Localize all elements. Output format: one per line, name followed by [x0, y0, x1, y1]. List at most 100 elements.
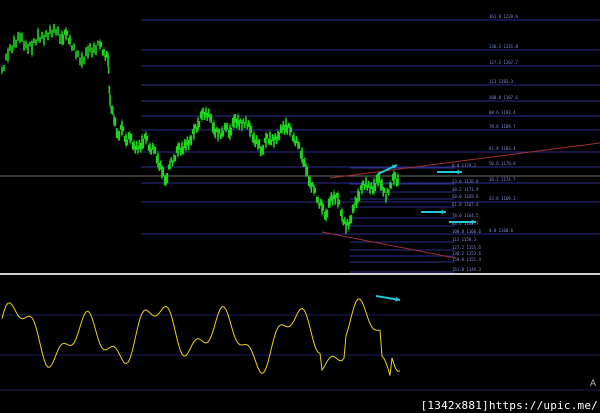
candle [210, 113, 213, 123]
fib-lower-label: 138.2 1153.6 [452, 251, 481, 256]
candle [290, 127, 293, 133]
candle [226, 122, 229, 130]
candle [97, 40, 99, 46]
fib-lower-label: 61.8 1167.6 [452, 202, 479, 207]
candle [5, 53, 7, 61]
candle [171, 160, 174, 167]
candle [47, 32, 49, 41]
candle [314, 187, 317, 193]
candle [29, 41, 31, 47]
candle [66, 30, 69, 36]
candle [266, 133, 269, 139]
candle [17, 31, 19, 41]
candle [358, 191, 361, 202]
candle [130, 133, 133, 141]
fib-lower-label: 161.8 1149.3 [452, 267, 481, 272]
candle [59, 34, 61, 44]
candle [23, 40, 25, 51]
candle [374, 183, 377, 191]
candle [326, 209, 329, 218]
candle [111, 105, 114, 115]
fib-level-label: 136.2 1231.8 [489, 44, 518, 49]
fib-level-label: 100.0 1197.6 [489, 95, 518, 100]
candle [71, 45, 73, 51]
candle [118, 130, 121, 141]
fib-lower-label: 0.0 1179.2 [452, 163, 477, 168]
candle [79, 57, 81, 66]
candle [89, 43, 91, 53]
candle [230, 127, 233, 136]
candle [298, 141, 301, 149]
candle [41, 31, 43, 39]
candle [35, 39, 37, 46]
candle [394, 172, 397, 180]
candle [95, 45, 97, 55]
trading-chart[interactable]: 161.8 1239.6 136.2 1231.8 127.2 1207.7 113 … [0, 0, 600, 413]
fib-lower-label: 23.6 1176.8 [452, 179, 479, 184]
fib-lower-label: 50.0 1169.8 [452, 194, 479, 199]
candle [9, 44, 11, 52]
candle [322, 203, 325, 211]
candle [15, 39, 17, 48]
fib-level-label: 38.2 1174.7 [489, 177, 516, 182]
candle [77, 50, 79, 58]
candle [53, 23, 55, 33]
candle [222, 130, 225, 137]
candle [62, 34, 65, 45]
candle [83, 56, 85, 65]
candle [383, 187, 386, 193]
candle [100, 41, 103, 47]
fib-lower-label: 38.2 1171.9 [452, 187, 479, 192]
candle [21, 32, 23, 42]
candle [73, 43, 75, 51]
candle [387, 189, 390, 196]
candle [166, 173, 169, 183]
fib-level-label: 113 1203.3 [489, 79, 514, 84]
fib-level-label: 0.0 1160.6 [489, 228, 514, 233]
candle [108, 85, 111, 94]
candle [174, 155, 177, 162]
candle [39, 36, 41, 43]
fib-lower-label: 150.0 1151.4 [452, 257, 481, 262]
candle [126, 139, 129, 146]
fib-level-label: 161.8 1239.6 [489, 14, 518, 19]
candle [162, 167, 165, 177]
candle [278, 132, 281, 141]
fib-lower-label: 113 1158.3 [452, 237, 477, 242]
fib-level-label: 50.0 1179.0 [489, 161, 516, 166]
candle [306, 166, 309, 176]
candle [91, 47, 93, 58]
candle [11, 45, 13, 54]
candle [142, 138, 145, 149]
candle [114, 117, 117, 127]
candle [190, 135, 193, 146]
fib-lower-label: 127.2 1155.6 [452, 245, 481, 250]
fib-level-label: 61.8 1183.4 [489, 146, 516, 151]
candle [250, 126, 253, 134]
candle [27, 44, 29, 54]
candle [85, 47, 87, 57]
panel-label: A [589, 378, 596, 388]
candle [198, 121, 201, 127]
fib-level-label: 23.6 1169.3 [489, 196, 516, 201]
candle [338, 199, 341, 205]
candle [107, 66, 110, 74]
fib-lower-label: 100.0 1160.6 [452, 229, 481, 234]
candle [51, 29, 53, 38]
candle [33, 38, 35, 44]
candle [57, 26, 59, 36]
candle [3, 65, 5, 71]
candle [154, 146, 157, 154]
watermark: [1342x881]https://upic.me/ [420, 399, 598, 412]
candle [262, 144, 265, 155]
candle [45, 30, 47, 38]
candle [146, 135, 149, 141]
fib-lower-label: 78.6 1164.5 [452, 213, 479, 218]
candle [218, 128, 221, 134]
candle [122, 126, 125, 132]
fib-level-label: 78.6 1189.7 [489, 124, 516, 129]
candle [390, 182, 393, 189]
fib-level-label: 127.2 1207.7 [489, 60, 518, 65]
candle [350, 215, 353, 223]
fib-level-label: 88.6 1193.4 [489, 110, 516, 115]
